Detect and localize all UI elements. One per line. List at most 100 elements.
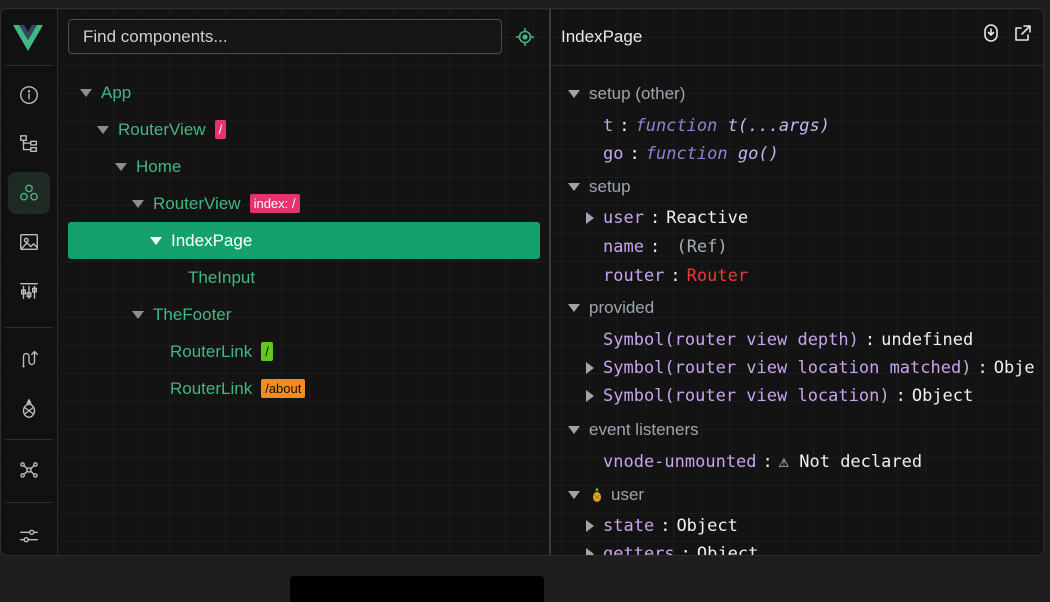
route-icon — [22, 350, 38, 368]
prop-row-t[interactable]: t : function t(...args) — [603, 116, 830, 136]
prop-row-router-view-depth[interactable]: Symbol(router view depth) : undefined — [603, 330, 973, 350]
sidebar-item-info[interactable] — [8, 74, 50, 116]
bottom-bar — [290, 576, 544, 602]
expand-caret-icon[interactable] — [586, 548, 594, 555]
prop-row-go[interactable]: go : function go() — [603, 144, 779, 164]
section-label: setup (other) — [589, 84, 686, 103]
expand-caret-icon[interactable] — [586, 362, 594, 374]
route-tag: index: / — [249, 194, 300, 213]
route-tag: / — [261, 342, 273, 361]
expand-caret-icon[interactable] — [97, 125, 109, 134]
sidebar-divider — [5, 65, 53, 66]
expand-caret-icon[interactable] — [132, 199, 144, 208]
tree-node-label: RouterLink — [170, 378, 253, 398]
tree-node-thefooter[interactable]: TheFooter — [68, 296, 540, 333]
tree-node-routerlink[interactable]: RouterLink / — [68, 333, 540, 370]
expand-caret-icon[interactable] — [80, 88, 92, 97]
prop-row-name[interactable]: name : (Ref) — [603, 237, 728, 257]
prop-row-router-view-location[interactable]: Symbol(router view location) : Object — [586, 386, 973, 406]
expand-caret-icon[interactable] — [132, 310, 144, 319]
section-label: setup — [589, 177, 631, 196]
expand-caret-icon[interactable] — [115, 162, 127, 171]
section-setup[interactable]: setup — [568, 177, 631, 197]
components-icon — [20, 184, 38, 201]
component-tree-pane: App RouterView / Home RouterView index: … — [58, 9, 549, 555]
prop-key: state — [603, 516, 655, 536]
tree-node-routerview-index[interactable]: RouterView index: / — [68, 185, 540, 222]
prop-row-vnode-unmounted[interactable]: vnode-unmounted : ⚠ Not declared — [603, 452, 922, 472]
sidebar-item-graph[interactable] — [8, 449, 50, 491]
sidebar-item-settings[interactable] — [8, 515, 50, 555]
section-setup-other[interactable]: setup (other) — [568, 84, 685, 104]
prop-key: Symbol(router view location matched) — [603, 358, 972, 378]
prop-value: ⚠ Not declared — [778, 452, 923, 472]
sidebar-item-timeline[interactable] — [8, 270, 50, 312]
tree-icon — [20, 135, 38, 153]
collapse-caret-icon[interactable] — [568, 304, 580, 312]
expand-caret-icon[interactable] — [586, 520, 594, 532]
prop-key: router — [603, 266, 665, 286]
tree-node-app[interactable]: App — [68, 74, 540, 111]
sidebar-divider — [5, 327, 53, 328]
expand-caret-icon[interactable] — [150, 236, 162, 245]
section-user-store[interactable]: user — [568, 485, 644, 505]
expand-caret-icon[interactable] — [586, 212, 594, 224]
collapse-caret-icon[interactable] — [568, 183, 580, 191]
route-tag: / — [214, 120, 227, 139]
prop-key: user — [603, 208, 644, 228]
inspector-pane: IndexPage setup (other) t : function t(.… — [551, 9, 1043, 555]
section-provided[interactable]: provided — [568, 298, 654, 318]
prop-value: Object — [696, 544, 759, 556]
prop-value: (Ref) — [676, 237, 728, 257]
section-event-listeners[interactable]: event listeners — [568, 420, 699, 440]
tree-node-label: IndexPage — [171, 230, 253, 250]
prop-value: Object — [911, 386, 974, 406]
prop-value: Object — [676, 516, 738, 536]
prop-key: go — [603, 144, 624, 164]
tree-node-label: App — [101, 82, 132, 102]
prop-key: t — [603, 116, 614, 136]
prop-key: Symbol(router view location) — [603, 386, 890, 406]
expand-caret-icon[interactable] — [586, 390, 594, 402]
select-component-target-icon[interactable] — [515, 27, 535, 47]
prop-row-router-view-location-matched[interactable]: Symbol(router view location matched) : O… — [586, 358, 1035, 378]
timeline-icon — [20, 282, 38, 300]
prop-row-getters[interactable]: getters : Object — [586, 544, 759, 556]
prop-row-user[interactable]: user : Reactive — [586, 208, 748, 228]
prop-row-state[interactable]: state : Object — [586, 516, 738, 536]
sidebar-divider — [5, 439, 53, 440]
tree-node-routerview[interactable]: RouterView / — [68, 111, 540, 148]
prop-value-kind: function — [635, 116, 718, 136]
tree-node-theinput[interactable]: TheInput — [68, 259, 540, 296]
tree-node-label: Home — [136, 156, 182, 176]
open-in-editor-icon[interactable] — [1013, 23, 1033, 43]
tree-node-home[interactable]: Home — [68, 148, 540, 185]
settings-icon — [20, 529, 38, 543]
prop-row-router[interactable]: router : Router — [603, 266, 748, 286]
section-label: user — [611, 485, 645, 504]
prop-key: getters — [603, 544, 675, 556]
search-input[interactable] — [68, 19, 502, 54]
sidebar-item-routes[interactable] — [8, 338, 50, 380]
graph-icon — [20, 462, 38, 478]
sidebar-item-components[interactable] — [8, 172, 50, 214]
scroll-to-component-icon[interactable] — [981, 23, 1001, 43]
collapse-caret-icon[interactable] — [568, 90, 580, 98]
sidebar-item-component-tree[interactable] — [8, 123, 50, 165]
pineapple-icon — [22, 399, 36, 418]
tree-node-indexpage[interactable]: IndexPage — [68, 222, 540, 259]
tree-node-routerlink-about[interactable]: RouterLink /about — [68, 370, 540, 407]
sidebar-divider — [5, 502, 53, 503]
devtools-window: App RouterView / Home RouterView index: … — [0, 8, 1044, 556]
vue-logo-icon — [13, 25, 43, 51]
route-tag: /about — [261, 379, 306, 398]
sidebar-item-assets[interactable] — [8, 221, 50, 263]
collapse-caret-icon[interactable] — [568, 426, 580, 434]
pineapple-icon — [593, 487, 601, 502]
sidebar-item-pinia[interactable] — [8, 387, 50, 429]
prop-value: undefined — [881, 330, 974, 350]
section-label: provided — [589, 298, 655, 317]
prop-value: go() — [737, 144, 779, 164]
collapse-caret-icon[interactable] — [568, 491, 580, 499]
prop-value: Router — [686, 266, 749, 286]
